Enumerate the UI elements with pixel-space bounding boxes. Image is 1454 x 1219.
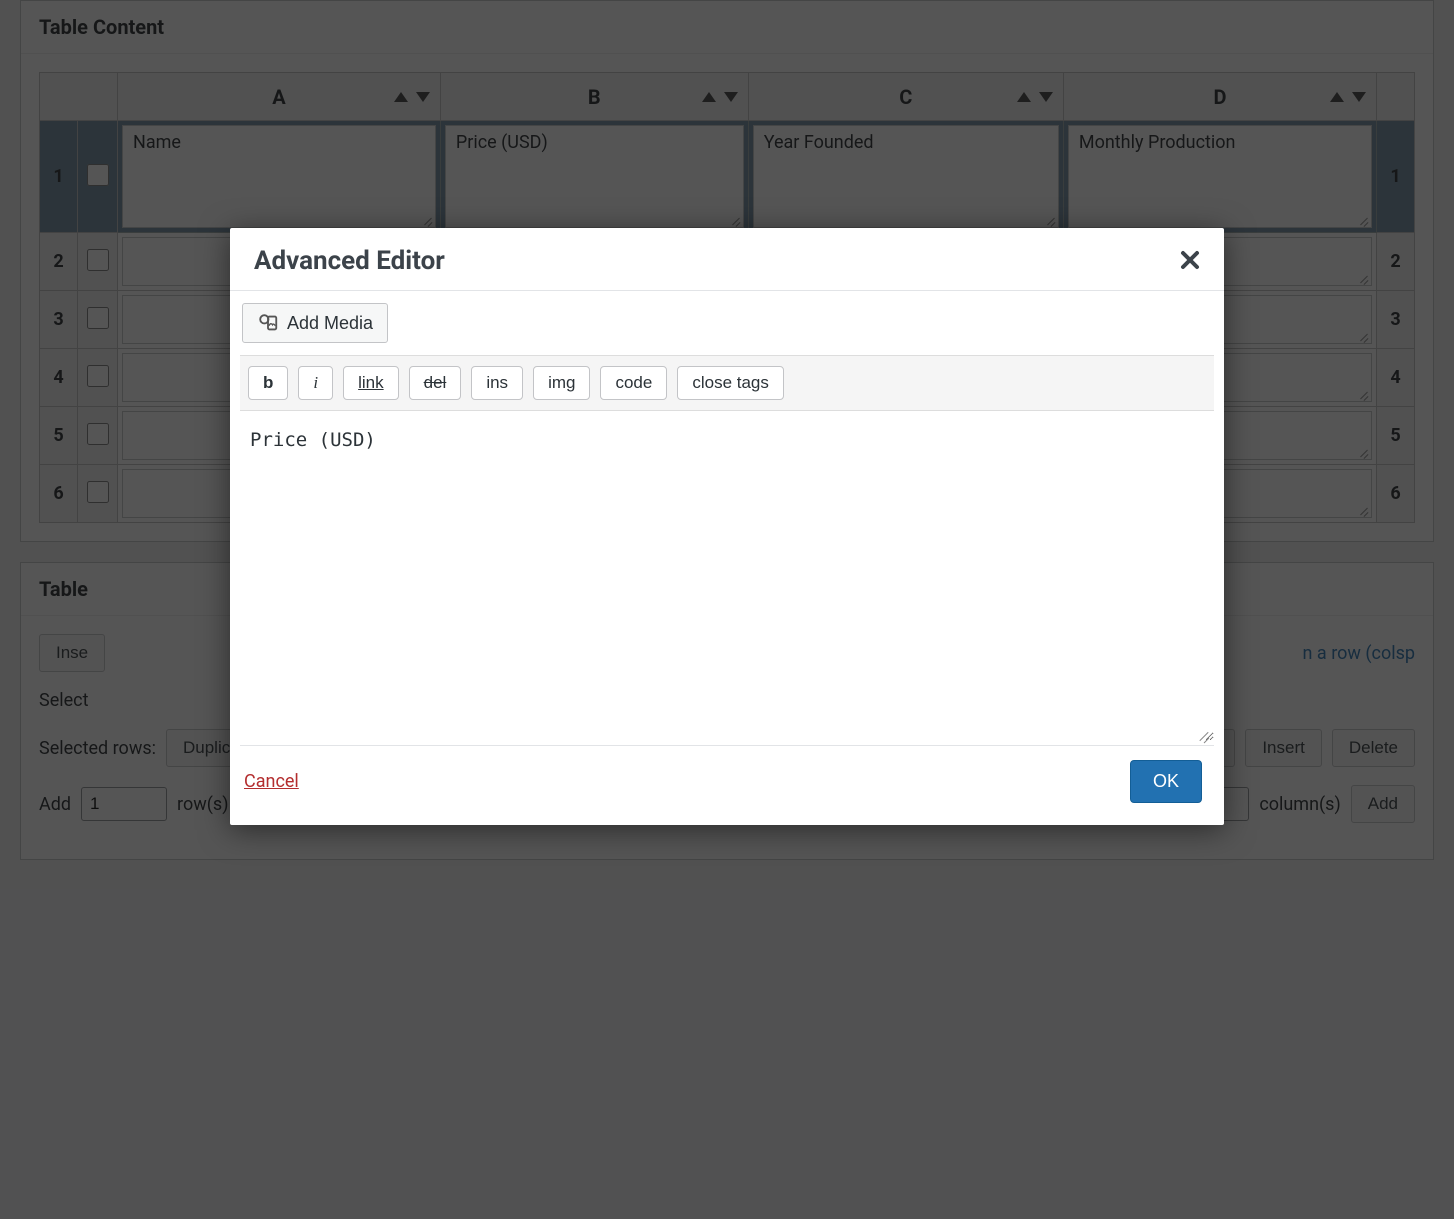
qt-code-button[interactable]: code <box>600 366 667 400</box>
ok-button[interactable]: OK <box>1130 760 1202 803</box>
modal-close-button[interactable] <box>1180 247 1200 275</box>
quicktags-toolbar: b i link del ins img code close tags <box>240 355 1214 411</box>
modal-footer: Cancel OK <box>230 746 1224 825</box>
modal-title: Advanced Editor <box>254 246 445 276</box>
qt-bold-button[interactable]: b <box>248 366 288 400</box>
qt-closetags-button[interactable]: close tags <box>677 366 784 400</box>
editor-textarea[interactable] <box>240 411 1214 741</box>
modal-header: Advanced Editor <box>230 228 1224 291</box>
qt-img-button[interactable]: img <box>533 366 590 400</box>
modal-overlay: Advanced Editor Add Media b i link del i… <box>0 0 1454 1219</box>
close-icon <box>1180 250 1200 270</box>
qt-link-button[interactable]: link <box>343 366 399 400</box>
add-media-button[interactable]: Add Media <box>242 303 388 343</box>
modal-body: Add Media b i link del ins img code clos… <box>230 291 1224 746</box>
qt-del-button[interactable]: del <box>409 366 462 400</box>
qt-ins-button[interactable]: ins <box>471 366 523 400</box>
add-media-label: Add Media <box>287 313 373 334</box>
media-icon <box>257 312 279 334</box>
advanced-editor-modal: Advanced Editor Add Media b i link del i… <box>230 228 1224 825</box>
qt-italic-button[interactable]: i <box>298 366 333 400</box>
cancel-button[interactable]: Cancel <box>244 771 299 792</box>
